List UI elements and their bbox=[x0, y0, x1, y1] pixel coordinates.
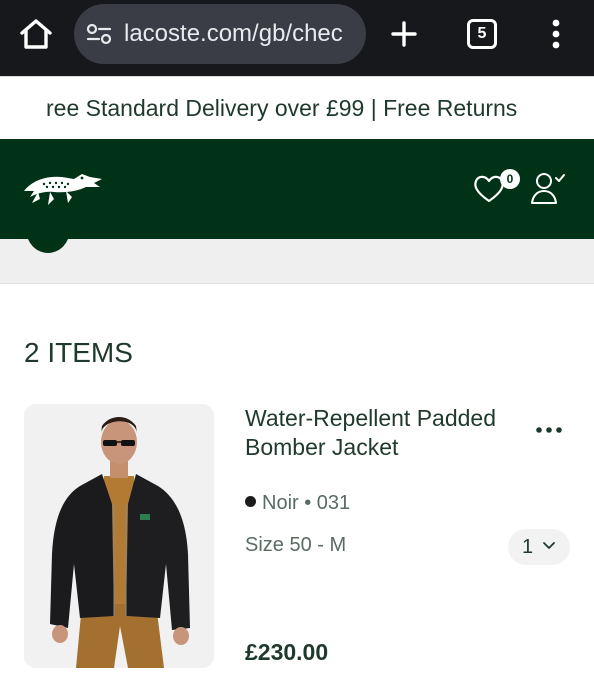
site-header: 0 bbox=[0, 139, 594, 239]
product-name[interactable]: Water-Repellent Padded Bomber Jacket bbox=[245, 404, 525, 462]
product-image[interactable] bbox=[24, 404, 214, 668]
url-text[interactable]: lacoste.com/gb/chec bbox=[124, 18, 356, 50]
address-bar[interactable]: lacoste.com/gb/chec bbox=[74, 4, 366, 64]
browser-toolbar: lacoste.com/gb/chec 5 bbox=[0, 0, 594, 76]
promo-text[interactable]: ree Standard Delivery over £99 | Free Re… bbox=[46, 93, 517, 123]
wishlist-count-badge: 0 bbox=[500, 169, 520, 189]
step-indicator bbox=[26, 239, 70, 253]
quantity-select[interactable]: 1 bbox=[508, 529, 570, 565]
wishlist-button[interactable]: 0 bbox=[472, 169, 520, 209]
site-settings-icon[interactable] bbox=[86, 23, 112, 45]
promo-banner: ree Standard Delivery over £99 | Free Re… bbox=[0, 76, 594, 139]
account-button[interactable] bbox=[530, 169, 566, 209]
product-size: Size 50 - M bbox=[245, 534, 347, 556]
step-label bbox=[86, 239, 94, 245]
home-icon[interactable] bbox=[18, 16, 54, 52]
color-code: 031 bbox=[316, 492, 351, 514]
more-vert-icon[interactable] bbox=[544, 16, 568, 52]
color-swatch-dot bbox=[245, 496, 256, 507]
chevron-down-icon bbox=[543, 542, 555, 549]
user-icon bbox=[531, 173, 565, 204]
more-options-icon[interactable] bbox=[534, 416, 564, 436]
plus-icon[interactable] bbox=[386, 16, 422, 52]
tab-switcher-icon[interactable]: 5 bbox=[467, 19, 497, 49]
cart-item-count-title: 2 ITEMS bbox=[24, 337, 133, 368]
cart-line-item: Water-Repellent Padded Bomber Jacket Noi… bbox=[24, 404, 594, 674]
crocodile-logo-icon[interactable] bbox=[20, 161, 106, 211]
product-price: £230.00 bbox=[245, 639, 329, 665]
checkout-step-bar bbox=[0, 239, 594, 284]
color-name: Noir bbox=[262, 492, 299, 514]
quantity-value: 1 bbox=[522, 536, 534, 558]
separator-dot: • bbox=[298, 492, 317, 514]
product-color: Noir • 031 bbox=[245, 490, 350, 516]
